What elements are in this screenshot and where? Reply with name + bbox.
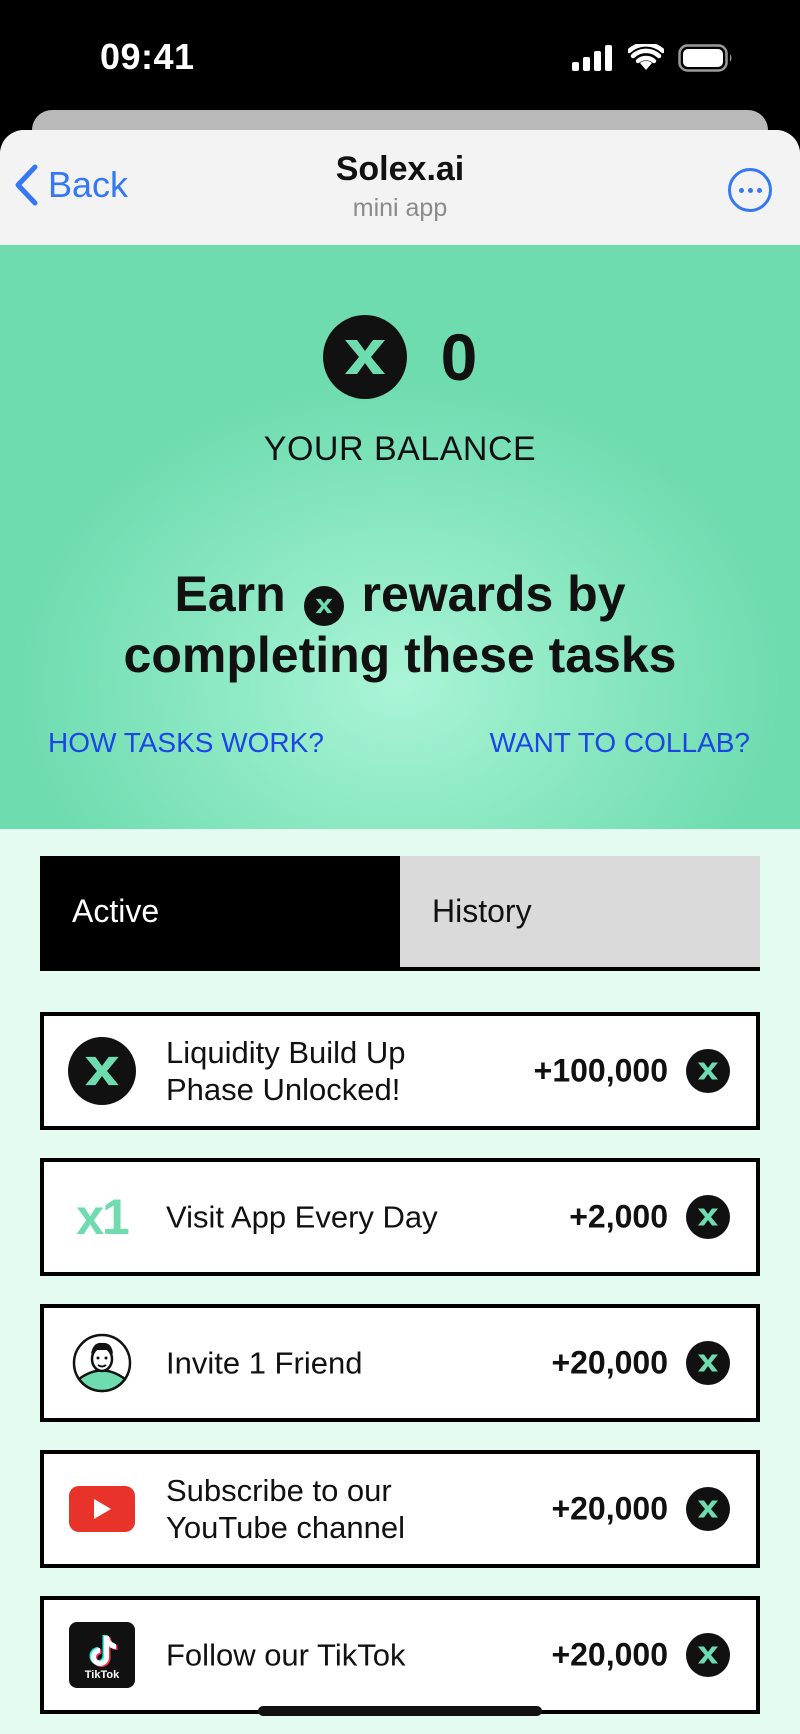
how-tasks-work-link[interactable]: HOW TASKS WORK?	[48, 727, 324, 759]
app-subtitle: mini app	[352, 194, 448, 222]
task-title: Follow our TikTok	[166, 1637, 406, 1673]
status-time: 09:41	[100, 36, 195, 77]
friend-avatar-icon	[68, 1329, 136, 1397]
mini-app-sheet: Back Solex.ai mini app 0 YOUR BALANCE Ea…	[0, 130, 800, 1734]
task-item-tiktok[interactable]: TikTok Follow our TikTok +20,000	[40, 1596, 760, 1714]
tab-active[interactable]: Active	[40, 856, 400, 967]
solex-coin-icon	[686, 1633, 730, 1677]
balance-hero: 0 YOUR BALANCE Earn rewards by completin…	[0, 245, 800, 829]
nav-bar: Back Solex.ai mini app	[0, 130, 800, 245]
task-reward-amount: +20,000	[551, 1636, 668, 1673]
more-dot-icon	[756, 187, 762, 193]
solex-logo-icon	[322, 315, 407, 399]
task-reward-amount: +2,000	[569, 1198, 668, 1235]
battery-icon	[678, 44, 732, 72]
solex-coin-icon	[686, 1049, 730, 1093]
task-title: Invite 1 Friend	[166, 1345, 363, 1381]
task-item-daily-visit[interactable]: x1 Visit App Every Day +2,000	[40, 1158, 760, 1276]
signal-icon	[572, 45, 612, 71]
task-reward-amount: +20,000	[551, 1344, 668, 1381]
solex-coin-icon	[686, 1341, 730, 1385]
task-title: Subscribe to our YouTube channel	[166, 1473, 406, 1545]
task-title: Visit App Every Day	[166, 1199, 438, 1235]
solex-coin-icon	[686, 1487, 730, 1531]
heading-text: completing these tasks	[123, 627, 677, 683]
status-icons	[572, 44, 734, 72]
task-title: Liquidity Build Up Phase Unlocked!	[166, 1035, 406, 1107]
status-bar: 09:41	[0, 0, 800, 120]
wifi-icon	[628, 44, 664, 70]
x1-multiplier-icon: x1	[76, 1189, 130, 1245]
task-item-invite-friend[interactable]: Invite 1 Friend +20,000	[40, 1304, 760, 1422]
task-reward-amount: +20,000	[551, 1490, 668, 1527]
youtube-icon	[68, 1475, 136, 1543]
solex-coin-icon	[686, 1195, 730, 1239]
balance-value: 0	[440, 320, 478, 394]
heading-text: Earn	[174, 566, 286, 622]
want-to-collab-link[interactable]: WANT TO COLLAB?	[490, 727, 750, 759]
more-dot-icon	[738, 187, 744, 193]
task-reward-amount: +100,000	[533, 1052, 668, 1089]
task-tabs: Active History	[40, 856, 760, 971]
task-item-liquidity[interactable]: Liquidity Build Up Phase Unlocked! +100,0…	[40, 1012, 760, 1130]
task-item-youtube[interactable]: Subscribe to our YouTube channel +20,000	[40, 1450, 760, 1568]
app-title: Solex.ai	[335, 150, 465, 188]
more-dot-icon	[747, 187, 753, 193]
heading-text: rewards by	[361, 566, 626, 622]
balance-row: 0	[0, 315, 800, 399]
balance-label: YOUR BALANCE	[263, 430, 537, 468]
earn-heading: Earn rewards by completing these tasks	[0, 565, 800, 684]
more-options-button[interactable]	[728, 168, 772, 212]
solex-coin-icon	[303, 586, 344, 626]
home-indicator[interactable]	[258, 1706, 542, 1716]
tiktok-icon: TikTok	[68, 1621, 136, 1689]
tab-history[interactable]: History	[400, 856, 760, 967]
solex-logo-icon	[68, 1037, 136, 1105]
